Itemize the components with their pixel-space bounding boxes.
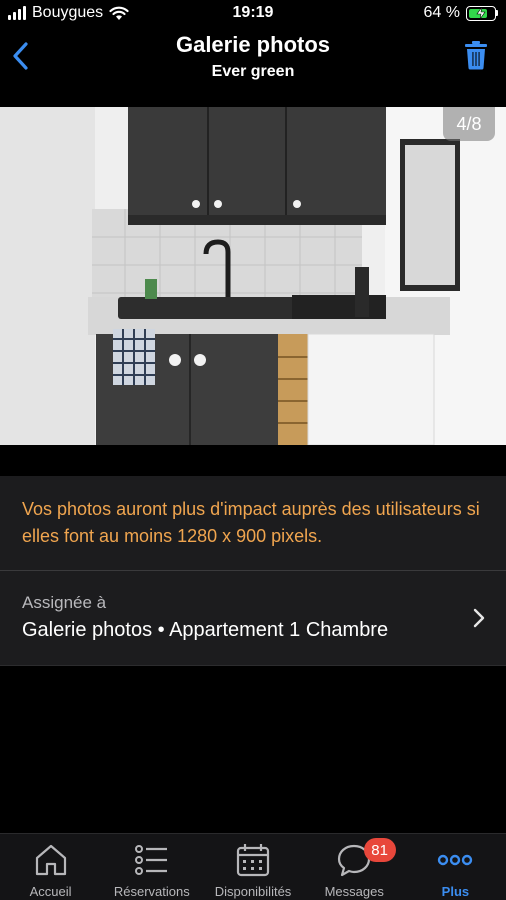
tab-label: Disponibilités [214, 884, 292, 899]
divider [0, 665, 506, 666]
assignment-value: Galerie photos • Appartement 1 Chambre [22, 619, 389, 641]
nav-header: Galerie photos Ever green [0, 28, 506, 106]
assignment-row[interactable]: Assignée à Galerie photos • Appartement … [0, 571, 506, 665]
tab-reservations[interactable]: Réservations [101, 834, 202, 900]
tab-disponibilites[interactable]: Disponibilités [202, 834, 303, 900]
page-title: Galerie photos [175, 32, 331, 57]
tab-label: Messages [324, 884, 384, 899]
unread-count-badge: 81 [363, 838, 396, 862]
tab-messages[interactable]: 81 Messages [304, 834, 405, 900]
chevron-right-icon [473, 608, 485, 628]
tab-plus[interactable]: Plus [405, 834, 506, 900]
page-subtitle: Ever green [211, 63, 295, 80]
battery-group: 64 % [424, 4, 498, 22]
tab-bar: Accueil Réservations Disponibilités 81 M… [0, 833, 506, 900]
battery-percent: 64 % [423, 4, 460, 21]
status-bar: Bouygues 19:19 64 % [0, 0, 506, 28]
calendar-icon [233, 840, 273, 880]
battery-icon [466, 5, 498, 21]
home-icon [31, 840, 71, 880]
gallery-photo[interactable] [0, 107, 506, 445]
tab-label: Accueil [29, 884, 72, 899]
more-dots-icon [435, 840, 475, 880]
assignment-label: Assignée à [22, 593, 107, 612]
photo-counter-badge: 4/8 [443, 107, 495, 141]
tab-label: Plus [441, 884, 470, 899]
tab-accueil[interactable]: Accueil [0, 834, 101, 900]
list-icon [132, 840, 172, 880]
resolution-notice: Vos photos auront plus d'impact auprès d… [0, 476, 506, 570]
trash-icon[interactable] [464, 40, 488, 70]
tab-label: Réservations [113, 884, 190, 899]
